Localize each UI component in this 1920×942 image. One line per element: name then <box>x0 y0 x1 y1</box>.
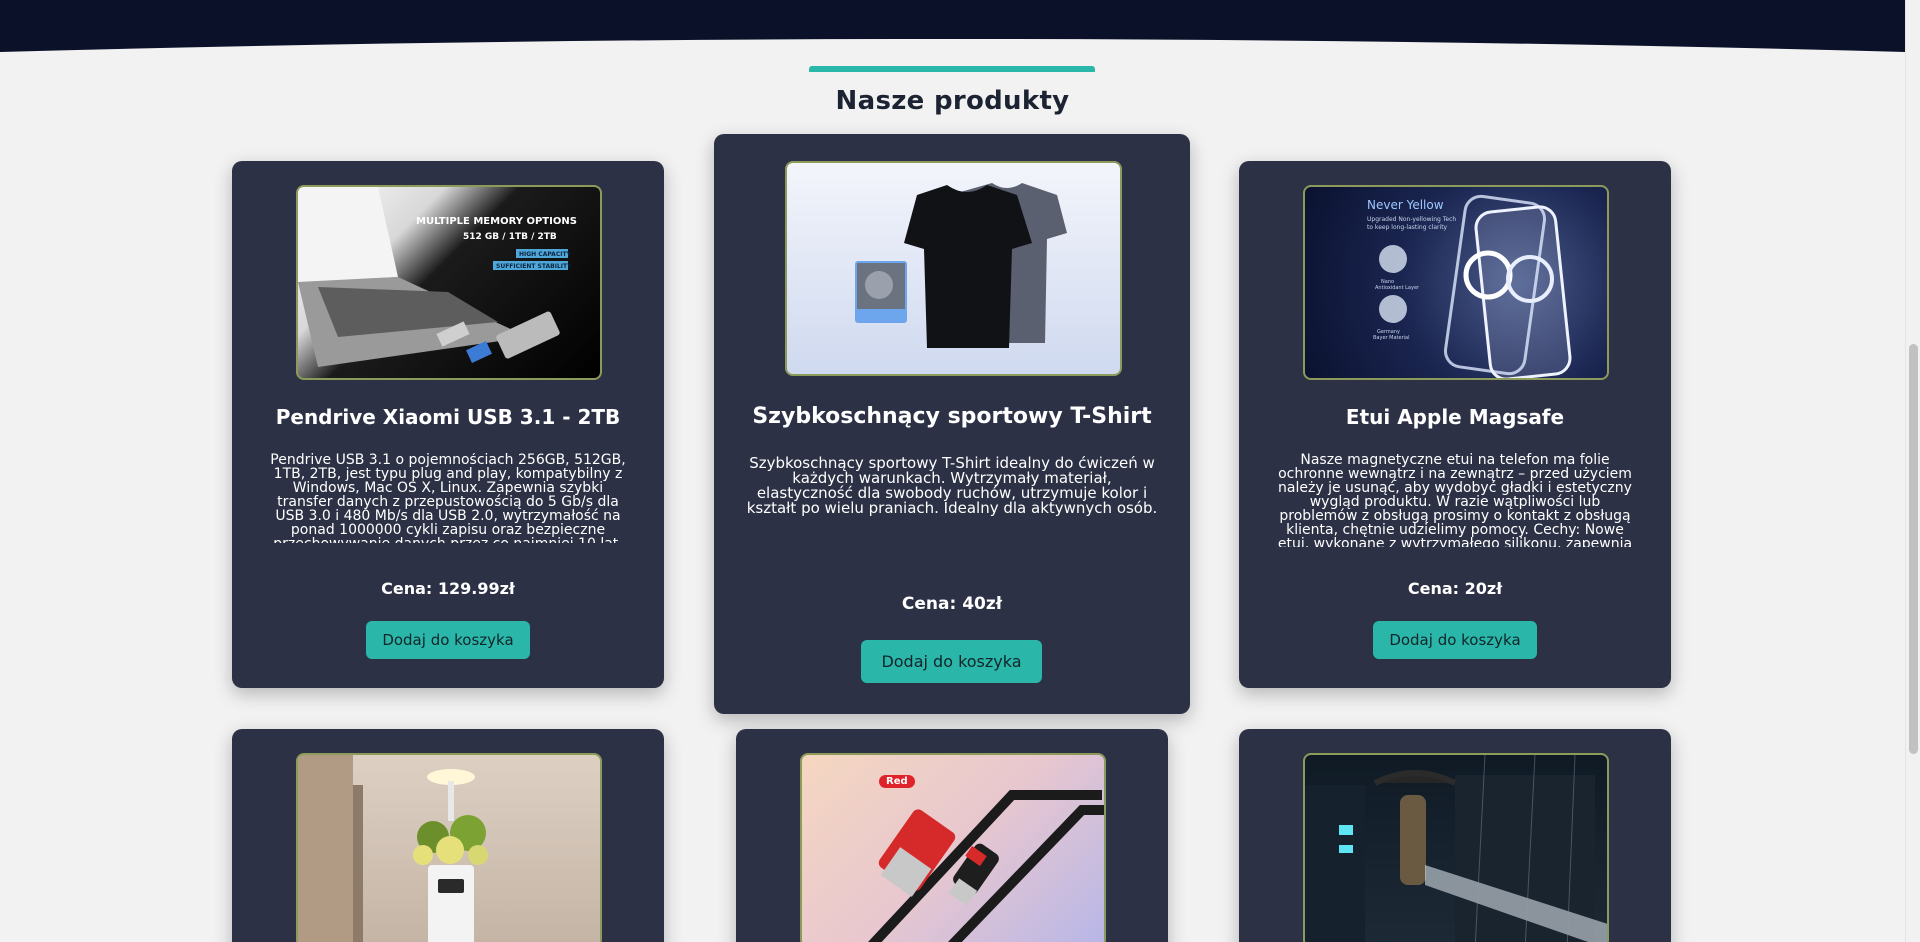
section-accent-bar <box>809 66 1095 72</box>
product-card: Red <box>736 729 1168 942</box>
color-badge: Red <box>879 775 915 788</box>
image-text-line1: Never Yellow <box>1367 198 1444 212</box>
product-image[interactable]: Red <box>800 753 1106 942</box>
header-wave <box>0 0 1905 52</box>
image-label4: Bayer Material <box>1373 335 1410 341</box>
product-image[interactable]: MULTIPLE MEMORY OPTIONS 512 GB / 1TB / 2… <box>296 185 602 380</box>
scrollbar-thumb[interactable] <box>1909 344 1918 754</box>
add-to-cart-button[interactable]: Dodaj do koszyka <box>366 621 530 659</box>
product-image[interactable] <box>296 753 602 942</box>
product-image[interactable]: Never Yellow Upgraded Non-yellowing Tech… <box>1303 185 1609 380</box>
image-text-line2: Upgraded Non-yellowing Tech <box>1367 216 1456 223</box>
product-image[interactable] <box>1303 753 1609 942</box>
product-card <box>232 729 664 942</box>
section-title: Nasze produkty <box>835 86 1070 116</box>
add-to-cart-button[interactable]: Dodaj do koszyka <box>1373 621 1537 659</box>
product-card: Szybkoschnący sportowy T-Shirt Szybkosch… <box>714 134 1190 714</box>
product-price: Cena: 129.99zł <box>381 579 515 598</box>
product-title: Szybkoschnący sportowy T-Shirt <box>752 404 1152 429</box>
image-tag1: HIGH CAPACITY <box>519 251 572 258</box>
product-title: Pendrive Xiaomi USB 3.1 - 2TB <box>275 405 621 429</box>
product-title: Etui Apple Magsafe <box>1345 405 1565 429</box>
product-description: Szybkoschnący sportowy T-Shirt idealny d… <box>746 456 1158 517</box>
product-description: Pendrive USB 3.1 o pojemnościach 256GB, … <box>270 453 626 543</box>
product-card: Never Yellow Upgraded Non-yellowing Tech… <box>1239 161 1671 688</box>
product-image[interactable] <box>785 161 1122 376</box>
add-to-cart-button[interactable]: Dodaj do koszyka <box>861 640 1042 683</box>
product-price: Cena: 20zł <box>1407 579 1503 598</box>
image-text-line1: MULTIPLE MEMORY OPTIONS <box>416 216 577 227</box>
product-description: Nasze magnetyczne etui na telefon ma fol… <box>1277 453 1633 547</box>
page-scrollbar[interactable] <box>1905 0 1920 942</box>
product-card <box>1239 729 1671 942</box>
image-label2: Antioxidant Layer <box>1375 285 1420 291</box>
image-tag2: SUFFICIENT STABILITY <box>496 263 572 270</box>
product-price: Cena: 40zł <box>901 594 1003 614</box>
image-text-line3: to keep long-lasting clarity <box>1367 224 1448 231</box>
product-card: MULTIPLE MEMORY OPTIONS 512 GB / 1TB / 2… <box>232 161 664 688</box>
image-text-line2: 512 GB / 1TB / 2TB <box>463 232 557 242</box>
